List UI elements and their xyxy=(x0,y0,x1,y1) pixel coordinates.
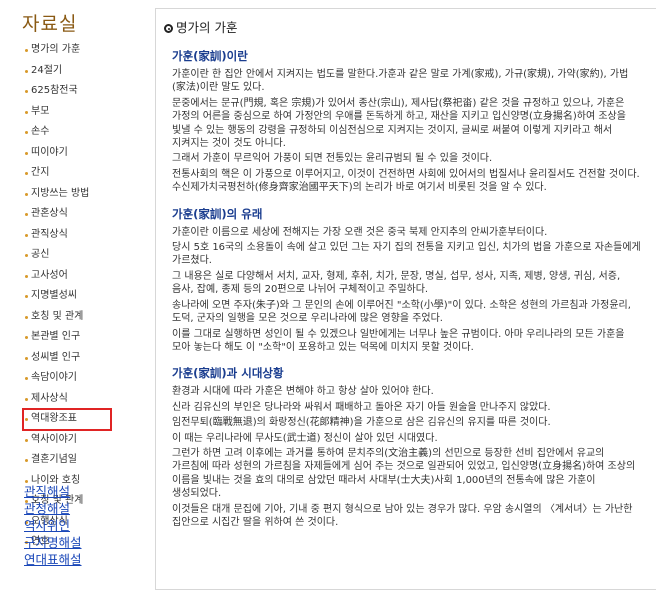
sidebar-item-label: 결혼기념일 xyxy=(31,454,77,465)
bullet-dot-icon xyxy=(25,69,28,73)
sidebar-item-label: 관직상식 xyxy=(31,228,68,240)
paragraph: 이를 그대로 실행하면 성인이 될 수 있겠으나 일반에게는 너무나 높은 규범… xyxy=(172,328,625,353)
paragraph: 문중에서는 문규(門規, 혹은 宗規)가 있어서 종산(宗山), 제사답(祭祀畓… xyxy=(172,97,626,150)
sidebar-item-label: 명가의 가훈 xyxy=(31,44,81,55)
sidebar-item-label: 본관별 인구 xyxy=(31,331,81,342)
paragraph: 환경과 시대에 따라 가훈은 변해야 하고 항상 살아 있어야 한다. xyxy=(172,386,434,398)
sidebar-item[interactable]: 관혼상식 xyxy=(0,204,146,225)
sidebar-item[interactable]: 지방쓰는 방법 xyxy=(0,184,146,205)
sidebar-item[interactable]: 역대왕조표 xyxy=(22,408,112,431)
bullet-dot-icon xyxy=(25,377,28,380)
sidebar-item[interactable]: 속담이야기 xyxy=(0,368,146,389)
article-section: 가훈(家訓)의 유래가훈이란 이름으로 세상에 전해지는 가장 오랜 것은 중국… xyxy=(172,207,642,355)
content-panel: 명가의 가훈 가훈(家訓)이란가훈이란 한 집안 안에서 지켜지는 법도를 말한… xyxy=(155,8,656,590)
article-section: 가훈(家訓)과 시대상황환경과 시대에 따라 가훈은 변해야 하고 항상 살아 … xyxy=(172,366,642,529)
sidebar-item[interactable]: 고사성어 xyxy=(0,266,146,287)
sidebar-item-label: 부모 xyxy=(31,105,50,117)
sidebar-item-label: 제사상식 xyxy=(31,392,68,404)
section-heading: 가훈(家訓)과 시대상황 xyxy=(172,366,284,381)
sidebar-item[interactable]: 부모 xyxy=(0,102,146,123)
bullet-dot-icon xyxy=(25,274,28,278)
sidebar-link[interactable]: 연대표해설 xyxy=(24,551,82,568)
paragraph: 가훈이란 이름으로 세상에 전해지는 가장 오랜 것은 중국 북제 안지추의 안… xyxy=(172,226,548,238)
paragraph: 전통사회의 핵은 이 가풍으로 이루어지고, 이것이 건전하면 사회에 있어서의… xyxy=(172,168,640,194)
bullet-dot-icon xyxy=(25,418,28,421)
bullet-dot-icon xyxy=(25,172,28,175)
bullet-dot-icon xyxy=(25,254,28,257)
bullet-dot-icon xyxy=(25,131,28,134)
sidebar-item-label: 역대왕조표 xyxy=(31,413,77,424)
sidebar-link[interactable]: 구지명해설 xyxy=(24,534,82,551)
paragraph: 가훈이란 한 집안 안에서 지켜지는 법도를 말한다.가훈과 같은 말로 가계(… xyxy=(172,69,629,94)
sidebar-item[interactable]: 간지 xyxy=(0,163,146,184)
sidebar-link[interactable]: 관직해설 xyxy=(24,483,82,500)
sidebar-item-label: 띠이야기 xyxy=(31,146,68,158)
bullet-dot-icon xyxy=(25,49,28,52)
paragraph: 이 때는 우리나라에 무사도(武士道) 정신이 살아 있던 시대였다. xyxy=(172,432,438,444)
sidebar-link[interactable]: 관청해설 xyxy=(24,500,82,517)
sidebar-item-label: 간지 xyxy=(31,167,50,178)
paragraph: 그 내용은 실로 다양해서 서치, 교자, 형제, 후취, 치가, 문장, 명실… xyxy=(172,270,621,296)
sidebar-item-label: 손수 xyxy=(31,126,50,137)
sidebar-item-label: 24절기 xyxy=(31,64,63,76)
section-heading: 가훈(家訓)의 유래 xyxy=(172,206,263,221)
sidebar-item[interactable]: 성씨별 인구 xyxy=(0,348,146,369)
section-heading: 가훈(家訓)이란 xyxy=(172,49,248,63)
sidebar-item-label: 지명별성씨 xyxy=(31,290,77,301)
content-header-title: 명가의 가훈 xyxy=(176,20,238,35)
bullet-dot-icon xyxy=(25,459,28,462)
sidebar-item-label: 성씨별 인구 xyxy=(31,351,81,363)
bullet-dot-icon xyxy=(25,151,28,155)
sidebar-item[interactable]: 본관별 인구 xyxy=(0,327,146,348)
paragraph: 이것들은 대개 문집에 기아, 기내 중 편지 형식으로 남아 있는 경우가 많… xyxy=(172,503,633,528)
bullet-dot-icon xyxy=(25,110,28,114)
article-section: 가훈(家訓)이란가훈이란 한 집안 안에서 지켜지는 법도를 말한다.가훈과 같… xyxy=(172,49,642,195)
sidebar-item[interactable]: 625참전국 xyxy=(0,81,146,102)
bullet-dot-icon xyxy=(25,356,28,360)
bullet-circle-icon xyxy=(164,24,173,33)
bullet-dot-icon xyxy=(25,213,28,216)
sidebar-item[interactable]: 공신 xyxy=(0,245,146,266)
sidebar-item[interactable]: 역사이야기 xyxy=(0,430,146,451)
sidebar-title: 자료실 xyxy=(22,13,78,35)
sidebar-item[interactable]: 결혼기념일 xyxy=(0,450,146,471)
bullet-dot-icon xyxy=(25,397,28,401)
paragraph: 송나라에 오면 주자(朱子)와 그 문인의 손에 이루어진 "소학(小學)"이 … xyxy=(172,299,631,325)
sidebar-links: 관직해설 관청해설 역사위인 구지명해설 연대표해설 xyxy=(24,483,82,568)
bullet-dot-icon xyxy=(25,90,28,93)
bullet-dot-icon xyxy=(25,438,28,442)
sidebar-item-label: 속담이야기 xyxy=(31,372,77,383)
sidebar-item-label: 지방쓰는 방법 xyxy=(31,187,90,199)
paragraph: 신라 김유신의 부인은 당나라와 싸워서 패배하고 돌아온 자기 아들 원술을 … xyxy=(172,401,551,413)
bullet-dot-icon xyxy=(25,336,28,339)
sidebar-item[interactable]: 관직상식 xyxy=(0,225,146,246)
sidebar-item[interactable]: 지명별성씨 xyxy=(0,286,146,307)
sidebar-item[interactable]: 명가의 가훈 xyxy=(0,40,146,61)
sidebar-item-label: 공신 xyxy=(31,249,50,260)
sidebar-item-label: 고사성어 xyxy=(31,269,68,281)
bullet-dot-icon xyxy=(25,192,28,196)
bullet-dot-icon xyxy=(25,233,28,237)
sidebar-link[interactable]: 역사위인 xyxy=(24,517,82,534)
article: 가훈(家訓)이란가훈이란 한 집안 안에서 지켜지는 법도를 말한다.가훈과 같… xyxy=(172,49,642,541)
sidebar-item[interactable]: 손수 xyxy=(0,122,146,143)
paragraph: 당시 5호 16국의 소용돌이 속에 살고 있던 그는 자기 집의 전통을 지키… xyxy=(172,242,641,267)
sidebar-item-label: 역사이야기 xyxy=(31,433,77,445)
sidebar-menu: 명가의 가훈 24절기 625참전국부모손수띠이야기간지지방쓰는 방법관혼상식관직상… xyxy=(0,40,146,553)
paragraph: 그런가 하면 고려 이후에는 과거를 통하여 문치주의(文治主義)의 선민으로 … xyxy=(172,447,636,500)
sidebar-item-label: 관혼상식 xyxy=(31,208,68,219)
sidebar-item[interactable]: 띠이야기 xyxy=(0,143,146,164)
sidebar-item[interactable]: 제사상식 xyxy=(0,389,146,410)
sidebar-item[interactable]: 24절기 xyxy=(0,61,146,82)
content-header: 명가의 가훈 xyxy=(164,17,237,36)
paragraph: 그래서 가훈이 무르익어 가풍이 되면 전통있는 윤리규범되 될 수 있을 것이… xyxy=(172,153,493,165)
sidebar: 자료실 명가의 가훈 24절기 625참전국부모손수띠이야기간지지방쓰는 방법관혼상… xyxy=(0,0,146,579)
sidebar-item-label: 625참전국 xyxy=(31,85,78,96)
sidebar-item-label: 호칭 및 관계 xyxy=(31,310,84,322)
bullet-dot-icon xyxy=(25,315,28,319)
paragraph: 임전무퇴(臨戰無退)의 화랑정신(花郞精神)을 가훈으로 삼은 김유신의 유지를… xyxy=(172,417,551,429)
bullet-dot-icon xyxy=(25,295,28,298)
sidebar-item[interactable]: 호칭 및 관계 xyxy=(0,307,146,328)
